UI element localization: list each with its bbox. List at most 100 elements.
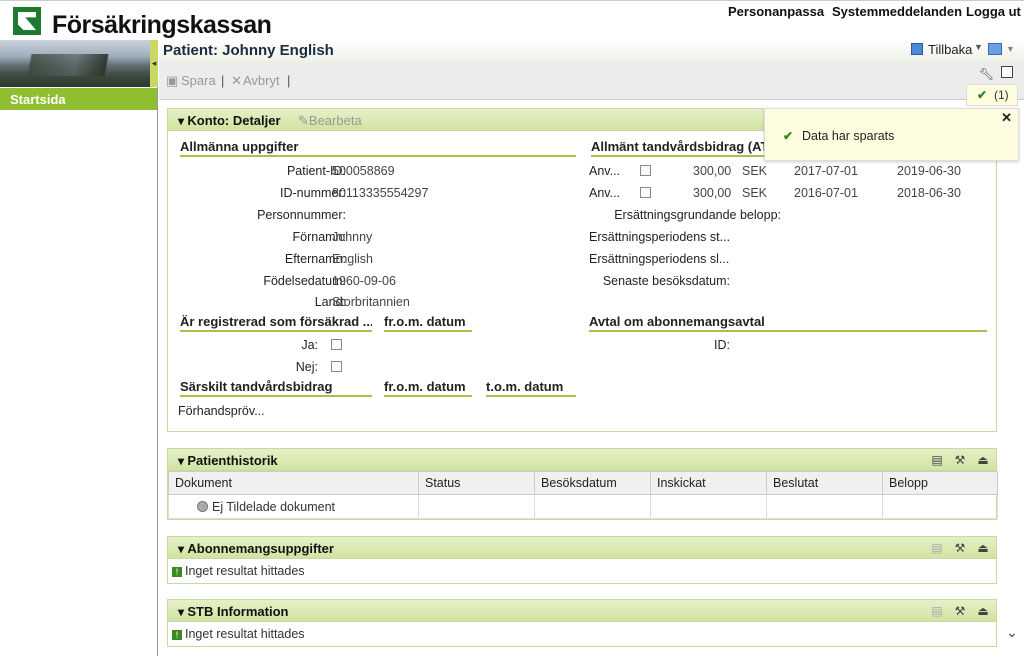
atb-checkbox[interactable] xyxy=(640,165,651,176)
edit-button[interactable]: ✎Bearbeta xyxy=(298,113,362,129)
header-photo xyxy=(0,40,150,87)
collapse-icon[interactable]: ⏏ xyxy=(976,604,990,618)
field-label: Ersättningsgrundande belopp: xyxy=(614,208,781,222)
field-label: Ersättningsperiodens sl... xyxy=(589,252,730,266)
atb-amount: 300,00 xyxy=(693,164,732,178)
export-icon[interactable]: ▤ xyxy=(930,453,944,467)
section-title: Avtal om abonnemangsavtal xyxy=(589,314,987,332)
stb-panel: STB Information ▤ ⚒ ⏏ !Inget resultat hi… xyxy=(167,599,997,647)
export-icon[interactable]: ▤ xyxy=(930,541,944,555)
back-icon[interactable] xyxy=(911,43,923,55)
column-header[interactable]: Status xyxy=(418,471,535,495)
section-title: fr.o.m. datum xyxy=(384,379,472,397)
panel-header[interactable]: Patienthistorik ▤ ⚒ ⏏ xyxy=(168,449,996,471)
history-table: Dokument Status Besöksdatum Inskickat Be… xyxy=(168,471,998,519)
atb-checkbox[interactable] xyxy=(640,187,651,198)
wrench-icon[interactable]: 🔧︎ xyxy=(979,67,994,81)
field-label: Ja: xyxy=(301,338,318,352)
scroll-down-icon[interactable]: ⌄ xyxy=(1006,624,1018,641)
personanpassa-link[interactable]: Personanpassa xyxy=(728,4,824,19)
empty-text: Inget resultat hittades xyxy=(185,564,305,578)
section-title: fr.o.m. datum xyxy=(384,314,472,332)
country-value: Storbritannien xyxy=(332,295,410,309)
panel-title: Abonnemangsuppgifter xyxy=(178,541,334,556)
field-label: ID: xyxy=(714,338,730,352)
logo-icon xyxy=(13,7,41,35)
atb-amount: 300,00 xyxy=(693,186,732,200)
cancel-icon: ✕ xyxy=(231,73,242,88)
field-label: Nej: xyxy=(295,360,318,374)
collapse-icon[interactable]: ⏏ xyxy=(976,541,990,555)
column-header[interactable]: Besöksdatum xyxy=(534,471,651,495)
save-button[interactable]: Spara xyxy=(181,73,216,88)
document-icon xyxy=(197,500,208,512)
birth-date-value: 1960-09-06 xyxy=(332,274,396,288)
id-number-value: 80113335554297 xyxy=(332,186,429,200)
column-header[interactable]: Beslutat xyxy=(766,471,883,495)
separator: | xyxy=(287,73,291,88)
check-icon: ✔ xyxy=(977,88,988,102)
document-label: Ej Tildelade dokument xyxy=(212,499,335,514)
brand-name: Försäkringskassan xyxy=(52,11,272,39)
atb-type: Anv... xyxy=(589,186,621,200)
section-title: Allmänna uppgifter xyxy=(180,139,576,157)
field-label: ID-nummer: xyxy=(280,186,346,200)
table-cell: Ej Tildelade dokument xyxy=(168,494,419,519)
atb-from: 2016-07-01 xyxy=(794,186,858,200)
atb-type: Anv... xyxy=(589,164,621,178)
empty-message: ! Inget resultat hittades xyxy=(172,627,305,641)
page-title: Patient: Johnny English xyxy=(163,42,334,59)
panel-title: Konto: Detaljer xyxy=(178,113,280,128)
column-header[interactable]: Dokument xyxy=(168,471,419,495)
collapse-sidebar-icon[interactable]: ◂ xyxy=(150,40,158,87)
pencil-icon: ✎ xyxy=(298,113,309,128)
close-icon[interactable]: ✕ xyxy=(1001,110,1012,126)
export-icon[interactable]: ▤ xyxy=(930,604,944,618)
top-bar: Försäkringskassan Personanpassa Systemme… xyxy=(0,0,1024,40)
info-icon: ! xyxy=(172,630,182,640)
field-label: Land: xyxy=(314,295,346,309)
check-icon: ✔ xyxy=(783,129,794,143)
nej-checkbox[interactable] xyxy=(331,361,342,372)
info-icon: ! xyxy=(172,567,182,577)
atb-to: 2018-06-30 xyxy=(897,186,961,200)
title-bar: Patient: Johnny English Tillbaka ▼ ▼ xyxy=(159,40,1024,62)
sidebar-item-startsida[interactable]: Startsida xyxy=(0,88,157,110)
last-name-value: English xyxy=(332,252,373,266)
wrench-icon[interactable]: ⚒ xyxy=(953,541,967,555)
collapse-icon[interactable]: ⏏ xyxy=(976,453,990,467)
chevron-down-icon[interactable]: ▼ xyxy=(1006,44,1015,54)
notification-count: (1) xyxy=(994,88,1009,102)
ja-checkbox[interactable] xyxy=(331,339,342,350)
wrench-icon[interactable]: ⚒ xyxy=(953,604,967,618)
column-header[interactable]: Belopp xyxy=(882,471,998,495)
panel-title: STB Information xyxy=(178,604,288,619)
notification-badge[interactable]: ✔ (1) xyxy=(966,84,1018,106)
field-label: Födelsedatum: xyxy=(263,274,346,288)
field-label: Patient-ID: xyxy=(286,164,346,178)
panel-title: Patienthistorik xyxy=(178,453,277,468)
panel-header[interactable]: Abonnemangsuppgifter ▤ ⚒ ⏏ xyxy=(168,537,996,559)
field-label: Förnamn: xyxy=(292,230,347,244)
cancel-button[interactable]: Avbryt xyxy=(243,73,280,88)
table-cell xyxy=(534,494,651,519)
panel-header[interactable]: STB Information ▤ ⚒ ⏏ xyxy=(168,600,996,622)
logout-link[interactable]: Logga ut xyxy=(966,4,1021,19)
table-row[interactable]: Ej Tildelade dokument xyxy=(168,494,998,519)
edit-label: Bearbeta xyxy=(308,113,362,128)
field-label: Förhandspröv... xyxy=(178,404,265,418)
empty-message: ! Inget resultat hittades xyxy=(172,564,305,578)
systemmeddelanden-link[interactable]: Systemmeddelanden xyxy=(832,4,962,19)
section-title: Allmänt tandvårdsbidrag (ATB xyxy=(591,139,767,157)
field-label: Efternamn: xyxy=(284,252,346,266)
print-icon[interactable] xyxy=(1001,66,1013,78)
forward-icon[interactable] xyxy=(988,43,1002,55)
wrench-icon[interactable]: ⚒ xyxy=(953,453,967,467)
chevron-down-icon[interactable]: ▼ xyxy=(974,42,983,52)
back-button[interactable]: Tillbaka xyxy=(928,42,972,57)
column-header[interactable]: Inskickat xyxy=(650,471,767,495)
section-title: t.o.m. datum xyxy=(486,379,576,397)
table-cell xyxy=(882,494,998,519)
field-label: Ersättningsperiodens st... xyxy=(589,230,731,244)
field-label: Personnummer: xyxy=(257,208,346,222)
